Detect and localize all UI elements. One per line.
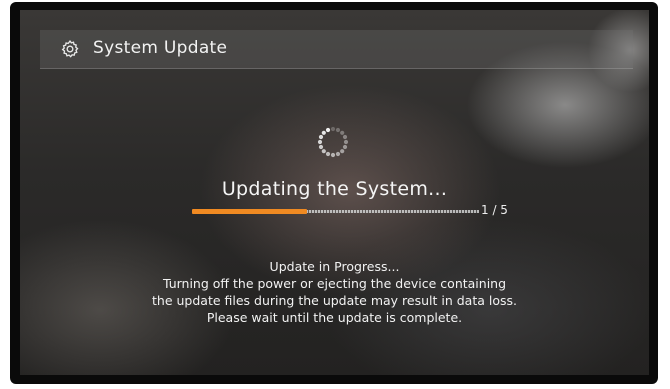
spinner-dot bbox=[330, 152, 336, 158]
spinner-dot bbox=[340, 149, 345, 154]
spinner-dot bbox=[318, 144, 324, 150]
header-bar: System Update bbox=[40, 30, 633, 69]
progress-bar bbox=[192, 209, 479, 214]
message-line-2: Turning off the power or ejecting the de… bbox=[162, 276, 507, 291]
spinner-dot bbox=[317, 139, 323, 145]
spinner-dot bbox=[342, 134, 348, 140]
spinner-dot bbox=[330, 126, 336, 132]
spinner-dot bbox=[335, 127, 341, 133]
spinner-dot bbox=[335, 151, 341, 157]
spinner-dot bbox=[325, 127, 331, 133]
update-warning-message: Update in Progress... Turning off the po… bbox=[20, 258, 649, 326]
spinner-dot bbox=[321, 130, 326, 135]
gear-icon bbox=[60, 39, 80, 59]
message-line-4: Please wait until the update is complete… bbox=[206, 310, 463, 325]
update-screen: System Update Updating the System... 1 /… bbox=[20, 10, 649, 375]
loading-spinner-icon bbox=[316, 125, 350, 159]
message-line-3: the update files during the update may r… bbox=[152, 293, 517, 308]
spinner-dot bbox=[321, 149, 326, 154]
message-line-1: Update in Progress... bbox=[269, 259, 400, 274]
progress-bar-fill bbox=[192, 209, 307, 214]
status-text: Updating the System... bbox=[221, 178, 448, 200]
progress-counter: 1 / 5 bbox=[481, 203, 508, 217]
spinner-dot bbox=[342, 144, 348, 150]
spinner-dot bbox=[325, 151, 331, 157]
spinner-dot bbox=[318, 134, 324, 140]
page-title: System Update bbox=[93, 38, 228, 58]
spinner-dot bbox=[343, 139, 349, 145]
spinner-dot bbox=[340, 130, 345, 135]
